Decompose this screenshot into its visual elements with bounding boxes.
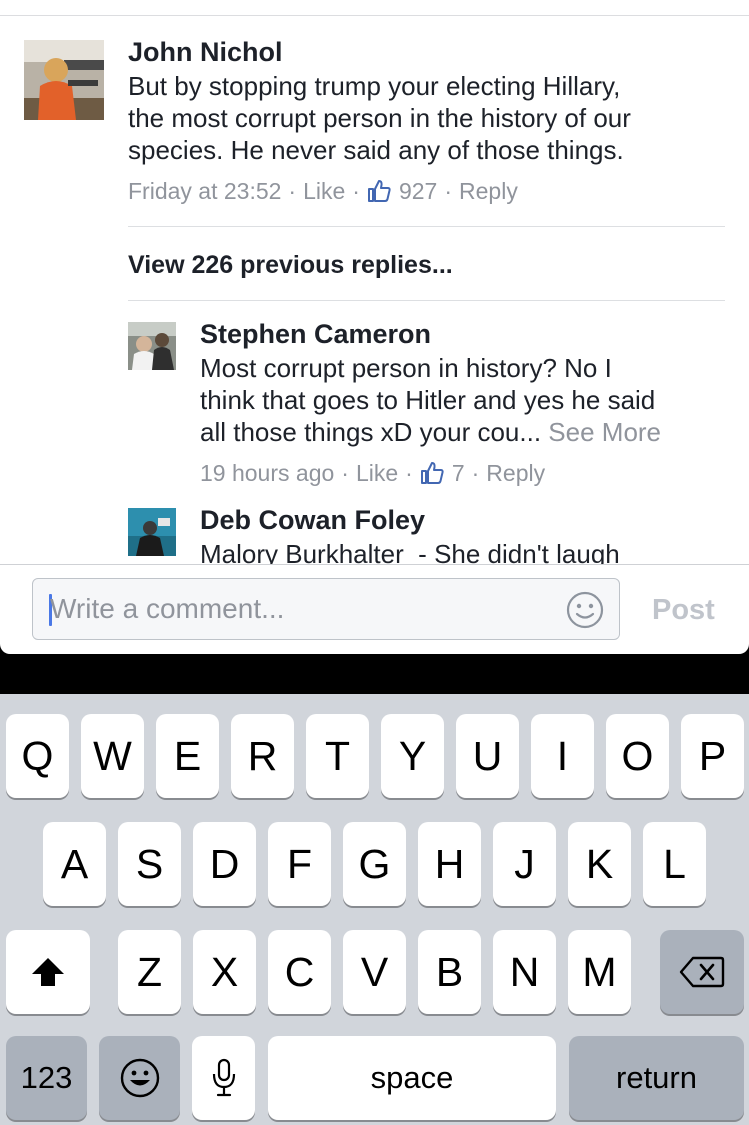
- separator: ·: [352, 178, 360, 204]
- key-s[interactable]: S: [118, 822, 181, 906]
- key-w[interactable]: W: [81, 714, 144, 798]
- reply-text: Malory Burkhalter - She didn't laugh: [200, 538, 730, 564]
- shift-icon: [32, 958, 64, 986]
- key-e[interactable]: E: [156, 714, 219, 798]
- key-k[interactable]: K: [568, 822, 631, 906]
- keyboard: Q W E R T Y U I O P A S D F G H J K L Z …: [0, 694, 749, 1125]
- comments-sheet: John Nichol But by stopping trump your e…: [0, 0, 749, 654]
- key-i[interactable]: I: [531, 714, 594, 798]
- separator: ·: [288, 178, 297, 204]
- delete-key[interactable]: [660, 930, 744, 1014]
- key-d[interactable]: D: [193, 822, 256, 906]
- reply-author[interactable]: Stephen Cameron: [200, 318, 431, 350]
- reply-meta: 19 hours ago · Like · 7 · Reply: [200, 458, 545, 488]
- comment-timestamp[interactable]: Friday at 23:52: [128, 176, 281, 206]
- key-x[interactable]: X: [193, 930, 256, 1014]
- microphone-icon: [212, 1058, 235, 1097]
- avatar[interactable]: [128, 322, 176, 370]
- view-previous-replies[interactable]: View 226 previous replies...: [128, 250, 453, 280]
- like-link[interactable]: Like: [303, 176, 345, 206]
- key-t[interactable]: T: [306, 714, 369, 798]
- like-link[interactable]: Like: [356, 458, 398, 488]
- comment-text: But by stopping trump your electing Hill…: [128, 70, 728, 166]
- key-a[interactable]: A: [43, 822, 106, 906]
- reply-text-truncated: all those things xD your cou...: [200, 417, 542, 447]
- separator: ·: [471, 460, 480, 486]
- like-count[interactable]: 7: [452, 458, 465, 488]
- key-y[interactable]: Y: [381, 714, 444, 798]
- key-r[interactable]: R: [231, 714, 294, 798]
- see-more-link[interactable]: See More: [548, 417, 661, 447]
- key-l[interactable]: L: [643, 822, 706, 906]
- separator: ·: [444, 178, 453, 204]
- comment-meta: Friday at 23:52 · Like · 927 · Reply: [128, 176, 518, 206]
- key-p[interactable]: P: [681, 714, 744, 798]
- key-v[interactable]: V: [343, 930, 406, 1014]
- key-n[interactable]: N: [493, 930, 556, 1014]
- avatar[interactable]: [128, 508, 176, 556]
- key-j[interactable]: J: [493, 822, 556, 906]
- dictation-key[interactable]: [192, 1036, 255, 1120]
- key-m[interactable]: M: [568, 930, 631, 1014]
- avatar[interactable]: [24, 40, 104, 120]
- key-c[interactable]: C: [268, 930, 331, 1014]
- composer-divider: [0, 564, 749, 565]
- key-h[interactable]: H: [418, 822, 481, 906]
- key-z[interactable]: Z: [118, 930, 181, 1014]
- key-g[interactable]: G: [343, 822, 406, 906]
- emoji-key[interactable]: [99, 1036, 180, 1120]
- reply-text-line: all those things xD your cou... See More: [200, 416, 730, 448]
- thumbs-up-icon: [420, 461, 444, 485]
- comment-text-line: species. He never said any of those thin…: [128, 135, 624, 165]
- reply-author[interactable]: Deb Cowan Foley: [200, 504, 425, 536]
- reply-text: Most corrupt person in history? No I thi…: [200, 352, 730, 448]
- reply-text-line: think that goes to Hitler and yes he sai…: [200, 385, 656, 415]
- key-q[interactable]: Q: [6, 714, 69, 798]
- key-u[interactable]: U: [456, 714, 519, 798]
- key-f[interactable]: F: [268, 822, 331, 906]
- shift-key[interactable]: [6, 930, 90, 1014]
- separator: ·: [405, 460, 413, 486]
- key-o[interactable]: O: [606, 714, 669, 798]
- return-key[interactable]: return: [569, 1036, 744, 1120]
- reply-timestamp[interactable]: 19 hours ago: [200, 458, 334, 488]
- reply-link[interactable]: Reply: [486, 458, 545, 488]
- post-button[interactable]: Post: [652, 593, 715, 627]
- comment-input[interactable]: [50, 579, 550, 639]
- thumbs-up-icon: [367, 179, 391, 203]
- comment-author[interactable]: John Nichol: [128, 36, 283, 68]
- comment-composer[interactable]: [32, 578, 620, 640]
- backspace-icon: [679, 956, 725, 988]
- space-key[interactable]: space: [268, 1036, 556, 1120]
- separator: ·: [341, 460, 349, 486]
- divider: [128, 226, 725, 227]
- reply-text-line: Most corrupt person in history? No I: [200, 353, 612, 383]
- reply-text-line: Malory Burkhalter - She didn't laugh: [200, 539, 620, 564]
- reply-link[interactable]: Reply: [459, 176, 518, 206]
- divider: [128, 300, 725, 301]
- comment-text-line: But by stopping trump your electing Hill…: [128, 71, 621, 101]
- comment-thread[interactable]: John Nichol But by stopping trump your e…: [0, 0, 749, 564]
- like-count[interactable]: 927: [399, 176, 437, 206]
- comment-text-line: the most corrupt person in the history o…: [128, 103, 631, 133]
- emoji-icon: [120, 1058, 159, 1098]
- key-b[interactable]: B: [418, 930, 481, 1014]
- numbers-key[interactable]: 123: [6, 1036, 87, 1120]
- smiley-icon[interactable]: [565, 590, 605, 630]
